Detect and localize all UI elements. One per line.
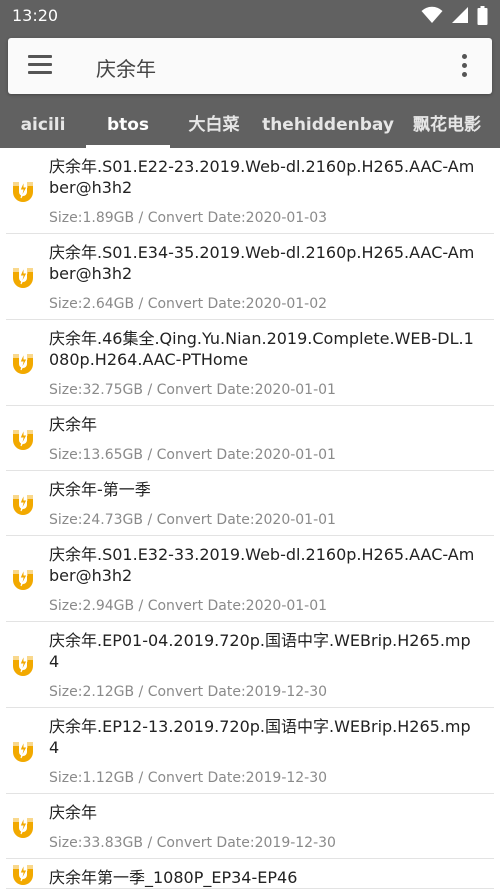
list-item[interactable]: 庆余年 Size:33.83GB / Convert Date:2019-12-3… [6,794,494,859]
status-time: 13:20 [12,6,59,25]
list-item[interactable]: 庆余年.S01.E32-33.2019.Web-dl.2160p.H265.AA… [6,536,494,622]
tab-label: 飘花电影 [413,115,481,135]
tab-label: thehiddenbay [262,115,394,135]
item-meta: Size:1.89GB / Convert Date:2020-01-03 [49,210,328,226]
item-title: 庆余年.S01.E34-35.2019.Web-dl.2160p.H265.AA… [49,243,475,283]
magnet-icon [10,861,36,887]
item-title: 庆余年 [49,415,98,434]
list-item[interactable]: 庆余年 Size:13.65GB / Convert Date:2020-01-0… [6,406,494,471]
status-bar: 13:20 [0,0,500,30]
item-meta: Size:24.73GB / Convert Date:2020-01-01 [49,512,336,528]
item-meta: Size:2.64GB / Convert Date:2020-01-02 [49,296,328,312]
list-item[interactable]: 庆余年.S01.E22-23.2019.Web-dl.2160p.H265.AA… [6,148,494,234]
item-meta: Size:2.12GB / Convert Date:2019-12-30 [49,684,328,700]
list-item[interactable]: 庆余年第一季_1080P_EP34-EP46 [6,859,494,889]
list-item[interactable]: 庆余年.EP12-13.2019.720p.国语中字.WEBrip.H265.m… [6,708,494,794]
item-meta: Size:1.12GB / Convert Date:2019-12-30 [49,770,328,786]
item-title: 庆余年.EP01-04.2019.720p.国语中字.WEBrip.H265.m… [49,631,471,671]
magnet-icon [10,566,36,592]
item-meta: Size:2.94GB / Convert Date:2020-01-01 [49,598,328,614]
more-options-icon[interactable] [460,54,468,78]
menu-icon[interactable] [28,55,52,77]
tab-thehiddenbay[interactable]: thehiddenbay [258,104,398,148]
magnet-icon [10,652,36,678]
item-title: 庆余年 [49,803,98,822]
item-title: 庆余年.EP12-13.2019.720p.国语中字.WEBrip.H265.m… [49,717,471,757]
item-title: 庆余年第一季_1080P_EP34-EP46 [49,868,298,887]
search-input[interactable] [94,50,438,84]
tab-btos[interactable]: btos [86,104,170,148]
tab-label: 大白菜 [188,115,240,135]
tab-piaohua[interactable]: 飘花电影 [398,104,496,148]
wifi-icon [421,6,443,23]
magnet-icon [10,738,36,764]
magnet-icon [10,178,36,204]
item-meta: Size:32.75GB / Convert Date:2020-01-01 [49,382,336,398]
item-meta: Size:13.65GB / Convert Date:2020-01-01 [49,447,336,463]
magnet-icon [10,264,36,290]
list-item[interactable]: 庆余年.EP01-04.2019.720p.国语中字.WEBrip.H265.m… [6,622,494,708]
list-item[interactable]: 庆余年-第一季 Size:24.73GB / Convert Date:2020-… [6,471,494,536]
magnet-icon [10,350,36,376]
tab-aicili[interactable]: aicili [0,104,86,148]
result-list: 庆余年.S01.E22-23.2019.Web-dl.2160p.H265.AA… [0,148,500,889]
item-title: 庆余年.S01.E32-33.2019.Web-dl.2160p.H265.AA… [49,545,475,585]
item-title: 庆余年.S01.E22-23.2019.Web-dl.2160p.H265.AA… [49,157,475,197]
magnet-icon [10,491,36,517]
magnet-icon [10,426,36,452]
source-tabs: aicili btos 大白菜 thehiddenbay 飘花电影 [0,104,500,148]
tab-label: btos [106,115,150,135]
item-title: 庆余年-第一季 [49,480,151,499]
magnet-icon [10,814,36,840]
list-item[interactable]: 庆余年.S01.E34-35.2019.Web-dl.2160p.H265.AA… [6,234,494,320]
app-header: 13:20 aicili btos [0,0,500,148]
list-item[interactable]: 庆余年.46集全.Qing.Yu.Nian.2019.Complete.WEB-… [6,320,494,406]
battery-icon [477,5,488,25]
signal-icon [452,7,468,23]
search-bar [8,38,492,94]
tab-label: aicili [20,115,66,135]
tab-dabaicai[interactable]: 大白菜 [170,104,258,148]
item-title: 庆余年.46集全.Qing.Yu.Nian.2019.Complete.WEB-… [49,329,474,369]
item-meta: Size:33.83GB / Convert Date:2019-12-30 [49,835,336,851]
